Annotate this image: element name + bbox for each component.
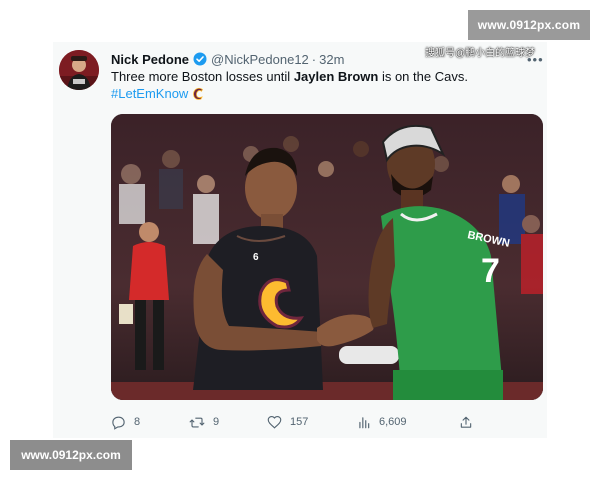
like-button[interactable]: 157 [267,412,308,432]
separator-dot: · [311,51,317,67]
tweet-text: Three more Boston losses until Jaylen Br… [111,69,468,85]
user-handle[interactable]: @NickPedone12 [211,52,309,67]
timestamp[interactable]: 32m [319,52,344,67]
reply-button[interactable]: 8 [111,412,140,432]
views-button[interactable]: 6,609 [357,412,407,432]
like-count: 157 [290,416,309,428]
like-icon [267,415,282,429]
verified-badge-icon [193,52,207,66]
retweet-count: 9 [213,416,220,428]
tweet-text-after: is on the Cavs. [378,69,468,84]
tweet-header: Nick Pedone @NickPedone12 · 32m [111,50,344,68]
avatar[interactable] [59,50,99,90]
watermark-top: www.0912px.com [468,10,590,40]
retweet-icon [189,417,205,427]
hashtag-link[interactable]: #LetEmKnow [111,86,188,102]
right-jersey-number: 7 [481,252,500,290]
watermark-bottom: www.0912px.com [10,440,132,470]
tweet-card[interactable]: Nick Pedone @NickPedone12 · 32m 搜狐号@鹏小白的… [53,42,547,438]
more-icon[interactable]: ••• [527,52,544,67]
reply-count: 8 [134,416,141,428]
image-overlay-text: 搜狐号@鹏小白的篮球梦 [425,48,536,59]
left-jersey-number: 6 [253,252,259,263]
display-name[interactable]: Nick Pedone [111,52,189,67]
tweet-media-image[interactable]: 6 7 BROWN [111,114,543,400]
views-icon [359,416,370,428]
share-icon [460,416,472,428]
cavaliers-c-logo-icon [190,86,206,102]
tweet-text-before: Three more Boston losses until [111,69,294,84]
tweet-hashtag-line: #LetEmKnow [111,86,206,102]
tweet-text-bold: Jaylen Brown [293,69,379,84]
tweet-action-bar: 8 9 157 6,609 [111,412,543,432]
share-button[interactable] [459,412,481,432]
retweet-button[interactable]: 9 [189,412,219,432]
views-count: 6,609 [379,416,407,428]
reply-icon [112,416,125,430]
